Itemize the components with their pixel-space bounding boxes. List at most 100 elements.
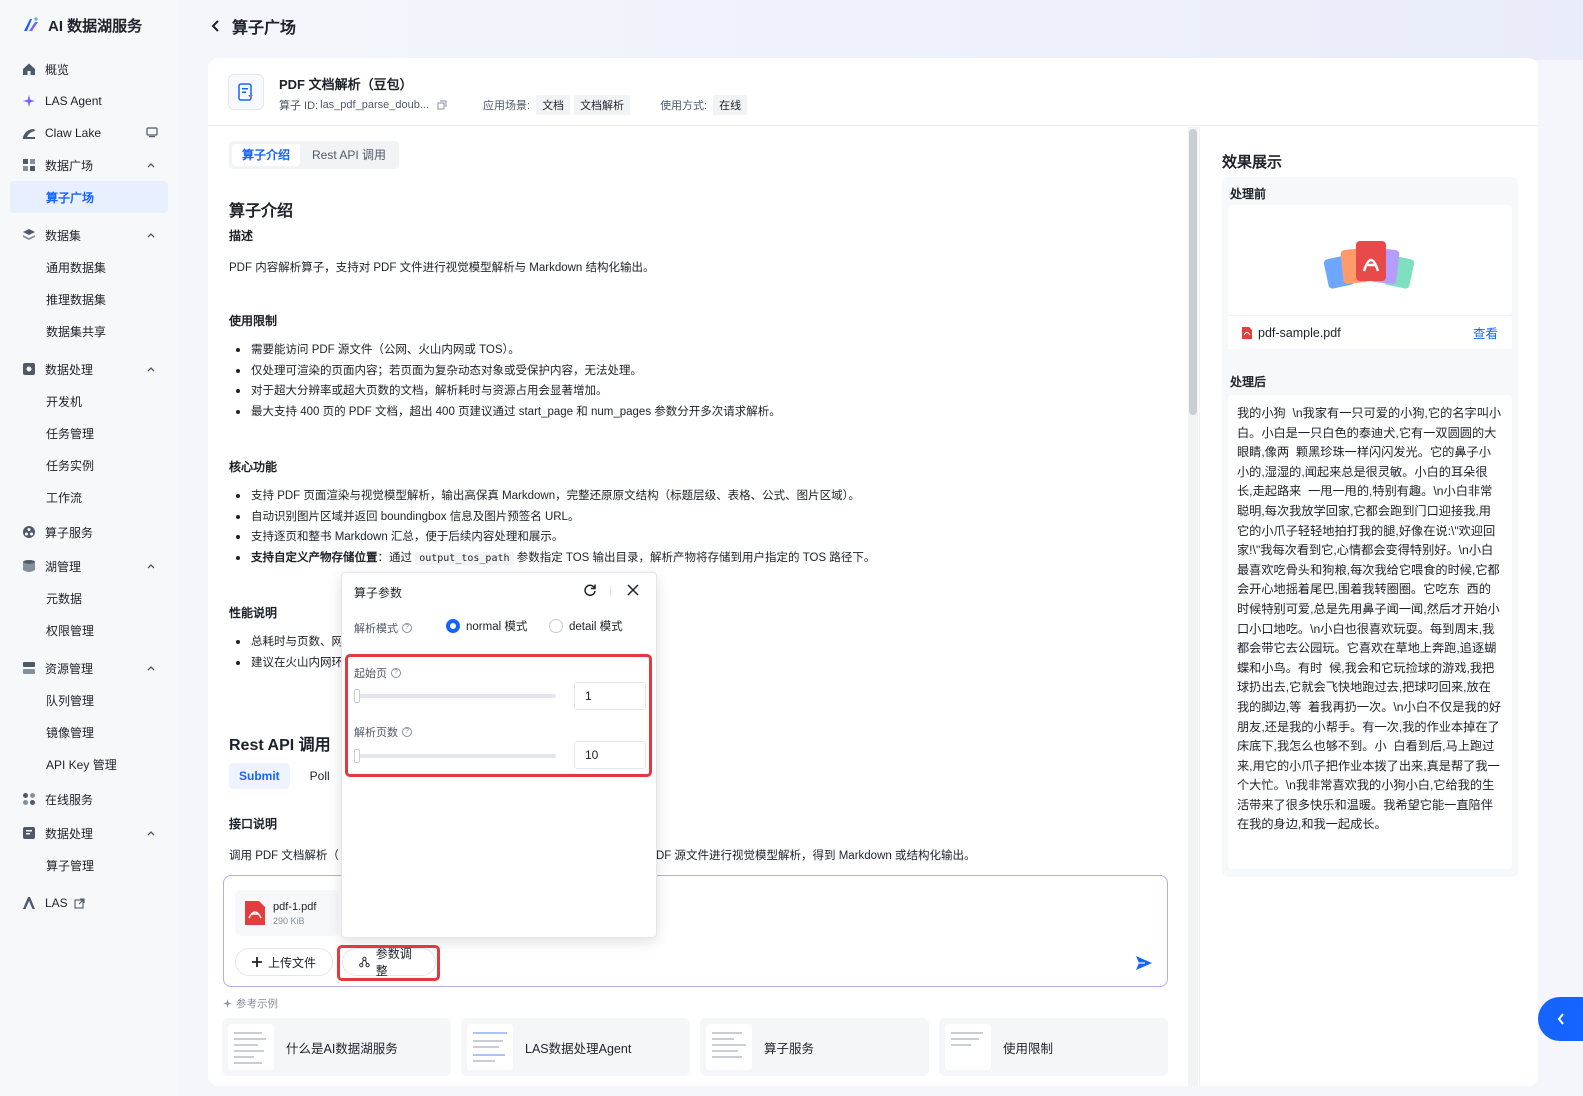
radio-normal-mode[interactable]: normal 模式 [446, 618, 527, 634]
send-icon[interactable] [1135, 954, 1153, 972]
scene-tag: 文档解析 [574, 95, 631, 115]
divider [610, 586, 611, 596]
chevron-up-icon[interactable] [146, 561, 156, 571]
plus-icon [252, 957, 262, 967]
help-icon[interactable]: ? [391, 668, 401, 678]
help-icon[interactable]: ? [402, 623, 412, 633]
sidebar-item-workflow[interactable]: 工作流 [10, 481, 168, 513]
sidebar: AI 数据湖服务 概览 LAS Agent Claw Lake 数据广场 算子广… [0, 0, 178, 1096]
features-list: 支持 PDF 页面渲染与视觉模型解析，输出高保真 Markdown，完整还原原文… [229, 486, 875, 568]
slider-handle[interactable] [354, 689, 360, 703]
sidebar-item-dataset-share[interactable]: 数据集共享 [10, 315, 168, 347]
slider-handle[interactable] [354, 749, 360, 763]
help-icon[interactable]: ? [402, 727, 412, 737]
chevron-up-icon[interactable] [146, 364, 156, 374]
sidebar-item-label: 数据处理 [45, 826, 94, 841]
num-pages-slider[interactable] [354, 749, 556, 763]
sidebar-item-metadata[interactable]: 元数据 [10, 582, 168, 614]
feature-post: 参数指定 TOS 输出目录，解析产物将存储到用户指定的 TOS 路径下。 [516, 551, 876, 564]
usage-label: 使用方式: [660, 100, 708, 112]
chevron-up-icon[interactable] [146, 160, 156, 170]
operator-id-label: 算子 ID: [279, 100, 319, 112]
list-item: 需要能访问 PDF 源文件（公网、火山内网或 TOS）。 [229, 340, 781, 361]
api-title: 接口说明 [229, 817, 278, 831]
sidebar-item-dev-machine[interactable]: 开发机 [10, 385, 168, 417]
brand[interactable]: AI 数据湖服务 [10, 0, 168, 50]
radio-dot [549, 619, 563, 633]
before-label: 处理前 [1230, 187, 1267, 201]
sidebar-item-queue-management[interactable]: 队列管理 [10, 684, 168, 716]
sidebar-item-las[interactable]: LAS [10, 887, 168, 919]
file-size: 290 KiB [273, 915, 305, 926]
back-button[interactable] [208, 18, 224, 34]
sidebar-item-permission[interactable]: 权限管理 [10, 614, 168, 646]
start-page-input[interactable]: 1 [574, 682, 646, 710]
desc-text: PDF 内容解析算子，支持对 PDF 文件进行视觉模型解析与 Markdown … [229, 262, 655, 274]
limits-list: 需要能访问 PDF 源文件（公网、火山内网或 TOS）。 仅处理可渲染的页面内容… [229, 340, 781, 422]
upload-file-button[interactable]: 上传文件 [235, 948, 334, 976]
example-label: 使用限制 [1003, 1041, 1054, 1056]
tab-intro[interactable]: 算子介绍 [232, 144, 301, 166]
chevron-up-icon[interactable] [146, 828, 156, 838]
sidebar-item-datasets[interactable]: 数据集 [10, 219, 168, 251]
copy-icon[interactable] [437, 100, 447, 110]
sidebar-item-operator-plaza[interactable]: 算子广场 [10, 181, 168, 213]
sidebar-item-label: 数据集 [45, 228, 82, 243]
chevron-up-icon[interactable] [146, 663, 156, 673]
list-item: 自动识别图片区域并返回 boundingbox 信息及图片预签名 URL。 [229, 507, 875, 528]
sidebar-item-general-dataset[interactable]: 通用数据集 [10, 251, 168, 283]
mode-label: 解析模式 ? [354, 620, 412, 636]
chevron-up-icon[interactable] [146, 230, 156, 240]
sidebar-item-api-key-management[interactable]: API Key 管理 [10, 748, 168, 780]
sidebar-item-las-agent[interactable]: LAS Agent [10, 85, 168, 117]
sidebar-item-data-processing-2[interactable]: 数据处理 [10, 817, 168, 849]
sidebar-item-task-instance[interactable]: 任务实例 [10, 449, 168, 481]
scrollbar-thumb[interactable] [1189, 129, 1197, 415]
tab-submit[interactable]: Submit [229, 763, 290, 789]
sidebar-item-image-management[interactable]: 镜像管理 [10, 716, 168, 748]
external-link-icon[interactable] [74, 897, 85, 909]
collapse-panel-button[interactable] [1538, 997, 1583, 1041]
sidebar-item-claw-lake[interactable]: Claw Lake [10, 117, 168, 149]
sidebar-item-operator-service[interactable]: 算子服务 [10, 516, 168, 548]
example-card[interactable]: LAS数据处理Agent [461, 1018, 690, 1076]
example-card[interactable]: 算子服务 [700, 1018, 929, 1076]
tab-poll[interactable]: Poll [300, 763, 340, 789]
radio-detail-mode[interactable]: detail 模式 [549, 618, 623, 634]
sidebar-item-online-service[interactable]: 在线服务 [10, 783, 168, 815]
tab-rest-api[interactable]: Rest API 调用 [302, 144, 396, 166]
showcase-box: 处理前 pdf-sample.pdf 查看 处理后 我的小狗 \n我家有一只可爱… [1222, 177, 1518, 877]
sidebar-item-inference-dataset[interactable]: 推理数据集 [10, 283, 168, 315]
example-card[interactable]: 什么是AI数据湖服务 [222, 1018, 451, 1076]
limits-title: 使用限制 [229, 314, 278, 328]
sidebar-item-label: 湖管理 [45, 559, 82, 574]
start-page-slider[interactable] [354, 689, 556, 703]
param-adjust-button[interactable]: 参数调整 [342, 947, 436, 978]
example-cards: 什么是AI数据湖服务 LAS数据处理Agent 算子服务 使用限制 [222, 1018, 1168, 1076]
start-page-label-text: 起始页 [354, 668, 387, 680]
server-icon [22, 661, 36, 675]
close-icon[interactable] [627, 584, 639, 596]
num-pages-input[interactable]: 10 [574, 741, 646, 769]
sidebar-item-label: 在线服务 [45, 792, 94, 807]
pdf-preview [1228, 205, 1512, 315]
sidebar-item-lake-management[interactable]: 湖管理 [10, 550, 168, 582]
page-title: 算子广场 [232, 20, 297, 37]
monitor-icon[interactable] [146, 126, 158, 138]
layers-icon [22, 228, 36, 242]
sidebar-item-overview[interactable]: 概览 [10, 53, 168, 85]
attached-file[interactable]: pdf-1.pdf 290 KiB [235, 890, 339, 936]
view-link[interactable]: 查看 [1473, 323, 1498, 342]
sidebar-item-data-plaza[interactable]: 数据广场 [10, 149, 168, 181]
refresh-icon[interactable] [583, 583, 597, 597]
sidebar-item-data-processing[interactable]: 数据处理 [10, 353, 168, 385]
sidebar-item-operator-management[interactable]: 算子管理 [10, 849, 168, 881]
sidebar-item-task-management[interactable]: 任务管理 [10, 417, 168, 449]
example-thumbnail [467, 1024, 513, 1070]
showcase-pane: 效果展示 处理前 pdf-sample.pdf 查看 处理后 我的小狗 \n我家… [1199, 127, 1538, 1086]
content-scrollbar[interactable] [1188, 127, 1198, 1086]
sidebar-item-resource-management[interactable]: 资源管理 [10, 652, 168, 684]
claw-icon [22, 126, 36, 140]
example-card[interactable]: 使用限制 [939, 1018, 1168, 1076]
examples-label-text: 参考示例 [236, 998, 278, 1010]
